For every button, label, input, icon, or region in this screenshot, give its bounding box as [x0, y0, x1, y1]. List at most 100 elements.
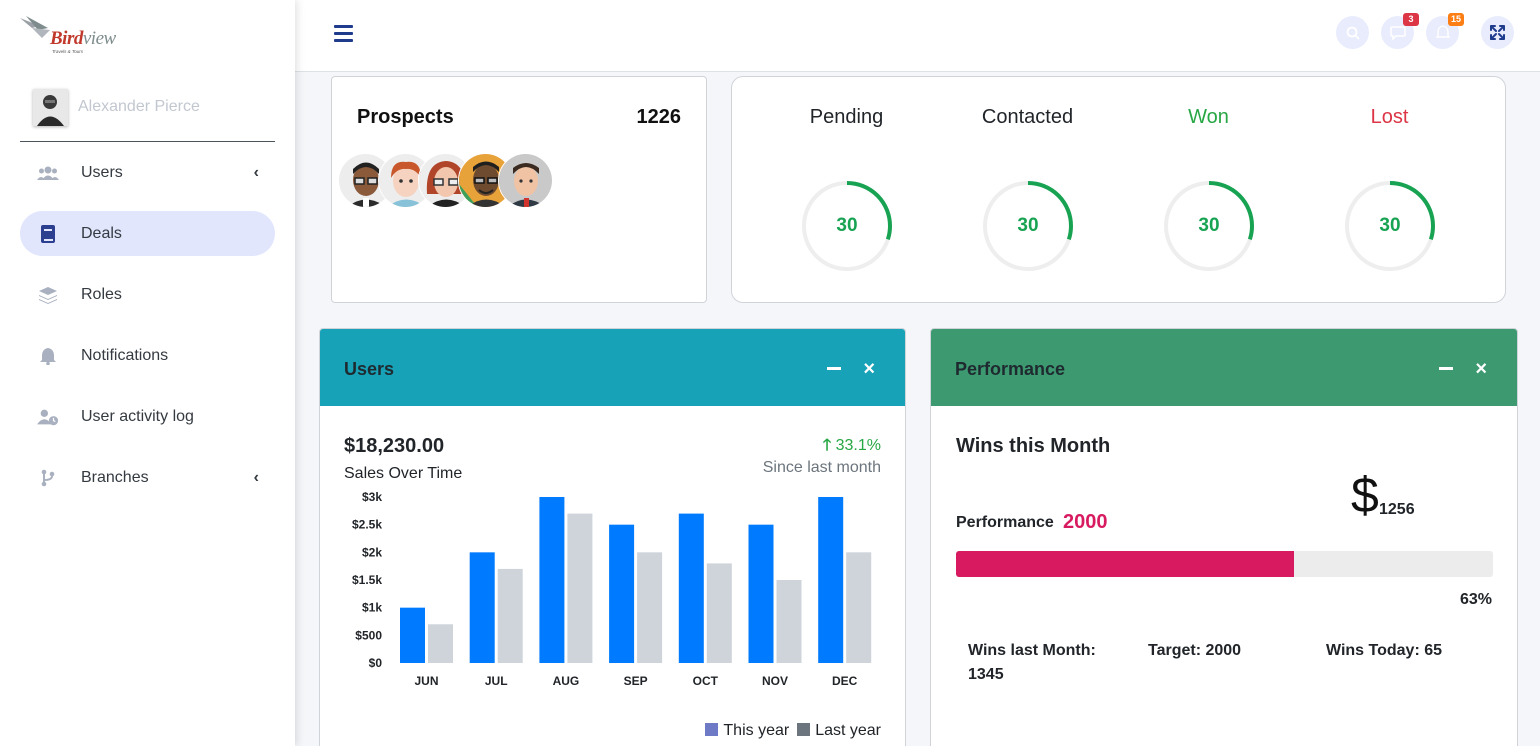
x-tick-label: SEP [624, 674, 648, 688]
top-navbar: 3 15 [295, 0, 1540, 72]
brand-tagline: Travels & Tours [52, 49, 84, 54]
sidebar-item-label: Notifications [81, 346, 169, 364]
prospect-avatars [338, 153, 568, 209]
status-label: Lost [1370, 106, 1409, 128]
bar-aug-last-year[interactable] [567, 513, 593, 663]
sales-change: 🡑 33.1% [823, 434, 881, 461]
sidebar-item-deals[interactable]: Deals [20, 211, 275, 256]
x-tick-label: JUN [414, 674, 438, 688]
chevron-left-icon: ‹ [253, 468, 259, 486]
messages-button[interactable]: 3 [1381, 13, 1419, 49]
sidebar-item-user-activity-log[interactable]: User activity log [20, 394, 275, 439]
y-tick-label: $500 [355, 628, 382, 642]
status-lost: Lost 30 [1299, 77, 1480, 304]
dollar-amount: 1256 [1379, 501, 1415, 518]
close-icon[interactable]: × [863, 359, 875, 379]
status-value: 30 [1198, 215, 1220, 236]
bar-oct-last-year[interactable] [706, 563, 732, 663]
users-panel-title: Users [344, 359, 395, 379]
sidebar-item-users[interactable]: Users ‹ [20, 150, 275, 195]
bell-icon [37, 345, 59, 367]
branch-icon [37, 467, 59, 489]
sidebar-item-label: Deals [81, 224, 122, 242]
y-tick-label: $1.5k [352, 573, 382, 587]
bar-dec-this-year[interactable] [818, 497, 844, 663]
comments-icon [1389, 25, 1406, 40]
bar-oct-this-year[interactable] [678, 513, 704, 663]
y-tick-label: $1k [362, 601, 382, 615]
user-name[interactable]: Alexander Pierce [78, 98, 200, 116]
brand-logo[interactable]: Birdview Travels & Tours [18, 14, 138, 58]
layers-icon [37, 284, 59, 306]
user-panel[interactable]: Alexander Pierce [20, 84, 275, 142]
notifications-button[interactable]: 15 [1426, 13, 1464, 49]
status-label: Pending [809, 106, 884, 128]
bell-icon [1435, 25, 1450, 38]
sales-amount: $18,230.00 [344, 435, 445, 457]
progress-fill [956, 551, 1295, 577]
users-panel: Users × $18,230.00 Sales Over Time 🡑 33.… [319, 328, 906, 746]
wins-last-month: Wins last Month: 1345 [968, 642, 1096, 683]
brand-name: Birdview [50, 28, 116, 49]
performance-panel-header: Performance × [931, 329, 1517, 406]
avatar[interactable] [498, 153, 553, 208]
dollar-sign: $ [1351, 467, 1379, 523]
status-value: 30 [1017, 215, 1039, 236]
x-tick-label: DEC [832, 674, 858, 688]
bar-nov-this-year[interactable] [748, 524, 774, 663]
y-tick-label: $2k [362, 545, 382, 559]
sidebar-item-branches[interactable]: Branches ‹ [20, 455, 275, 500]
search-icon [1346, 26, 1360, 40]
bar-nov-last-year[interactable] [776, 580, 802, 663]
deal-status-card: Pending 30 Contacted 30 Won 30 Lost 30 [731, 76, 1506, 303]
bar-jun-last-year[interactable] [428, 624, 453, 663]
sidebar-item-roles[interactable]: Roles [20, 272, 275, 317]
chevron-left-icon: ‹ [253, 163, 259, 181]
y-tick-label: $3k [362, 490, 382, 504]
sidebar-item-notifications[interactable]: Notifications [20, 333, 275, 378]
chart-legend: This year Last year [705, 722, 881, 740]
sales-subtitle: Sales Over Time [344, 465, 463, 482]
sidebar-item-label: Users [81, 163, 123, 181]
performance-label: Performance [956, 514, 1054, 531]
minimize-icon[interactable] [827, 367, 841, 370]
expand-icon [1490, 25, 1505, 40]
status-value: 30 [1379, 215, 1401, 236]
bar-aug-this-year[interactable] [539, 497, 565, 663]
bar-jul-this-year[interactable] [469, 552, 495, 663]
legend-this-year[interactable]: This year [705, 722, 789, 740]
status-value: 30 [836, 215, 858, 236]
sales-bar-chart: $0 $500 $1k $1.5k $2k $2.5k $3k JUN JUL AUG SEP OCT… [352, 490, 872, 688]
arrow-up-icon: 🡑 [822, 437, 832, 454]
x-tick-label: NOV [762, 674, 788, 688]
sidebar-item-label: Branches [81, 468, 149, 486]
prospects-title: Prospects [357, 106, 454, 128]
book-icon [37, 223, 59, 245]
sidebar: Birdview Travels & Tours Alexander Pierc… [0, 0, 295, 746]
search-button[interactable] [1336, 16, 1369, 49]
messages-badge: 3 [1403, 13, 1419, 26]
bar-sep-this-year[interactable] [609, 524, 635, 663]
since-last-month: Since last month [762, 459, 881, 476]
minimize-icon[interactable] [1439, 367, 1453, 370]
close-icon[interactable]: × [1475, 359, 1487, 379]
bar-sep-last-year[interactable] [637, 552, 663, 663]
bar-jul-last-year[interactable] [497, 568, 523, 663]
progress-percent: 63% [1459, 591, 1492, 608]
bar-jun-this-year[interactable] [400, 607, 425, 663]
hamburger-icon[interactable] [334, 25, 353, 42]
users-icon [37, 162, 59, 184]
user-clock-icon [37, 406, 59, 428]
performance-value: 2000 [1063, 511, 1108, 533]
y-tick-label: $0 [369, 656, 383, 670]
y-tick-label: $2.5k [352, 518, 382, 532]
fullscreen-button[interactable] [1481, 16, 1514, 49]
prospects-card: Prospects 1226 [331, 76, 707, 303]
users-panel-header: Users × [320, 329, 905, 406]
wins-this-month-title: Wins this Month [956, 435, 1111, 457]
bar-dec-last-year[interactable] [846, 552, 872, 663]
sidebar-item-label: Roles [81, 285, 122, 303]
performance-progress [956, 551, 1493, 577]
legend-last-year[interactable]: Last year [797, 722, 881, 740]
sidebar-nav: Users ‹ Deals Roles Notifications User a… [20, 150, 275, 516]
